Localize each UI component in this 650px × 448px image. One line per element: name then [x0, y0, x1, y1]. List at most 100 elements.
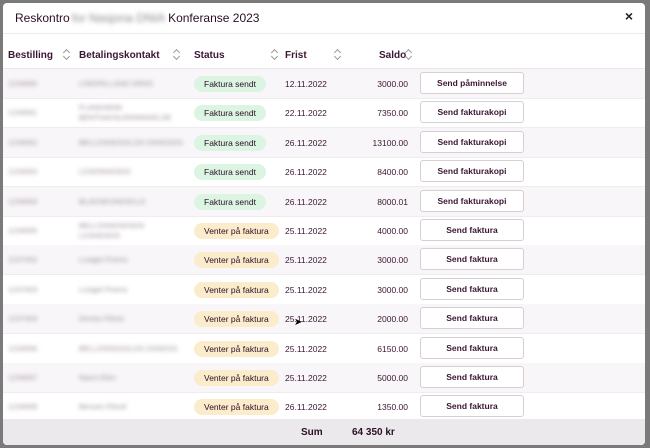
balance: 8000.01 [377, 196, 408, 207]
row-action-button[interactable]: Send faktura [420, 336, 524, 359]
payment-contact: BELLDSNDGSLDS DSNDSS [79, 344, 177, 353]
title-suffix: Konferanse 2023 [168, 11, 260, 25]
payment-contact: BELLDSNDSDSDS LDSNDSDS [79, 221, 144, 241]
order-number[interactable]: 1234565 [8, 226, 37, 235]
payment-contact: Lusiget Fivens [79, 255, 127, 264]
payment-contact: BELLDSNDGSLDS DSNDSDS [79, 138, 183, 147]
order-number[interactable]: 1234562 [8, 138, 37, 147]
balance: 3000.00 [377, 79, 408, 89]
due-date: 25.11.2022 [285, 284, 327, 295]
balance: 13100.00 [372, 137, 408, 148]
dialog-title: Reskontro for Nasjona DNIA Konferanse 2023 [15, 11, 259, 25]
payment-contact-line: LDSNDSDS [79, 231, 120, 240]
balance: 6150.00 [377, 343, 408, 354]
order-number[interactable]: 1237403 [8, 285, 37, 294]
row-action-button[interactable]: Send påminnelse [420, 72, 524, 94]
balance: 7350.00 [377, 108, 408, 119]
payment-contact-line: BENTHAVSLERINNGELSE [79, 113, 172, 123]
row-action-button[interactable]: Send faktura [420, 366, 524, 388]
column-header-kontakt[interactable]: Betalingskontakt [79, 50, 160, 61]
status-badge: Venter på faktura [194, 252, 279, 269]
balance: 3000.00 [377, 284, 408, 295]
sort-icon[interactable] [271, 48, 279, 60]
sort-icon[interactable] [334, 48, 342, 60]
table-row: 1237403 Lusiget Fivens Venter på faktura 25… [3, 275, 645, 305]
order-number[interactable]: 1234564 [8, 197, 37, 206]
sort-icon[interactable] [173, 48, 181, 60]
balance: 3000.00 [377, 255, 408, 266]
sum-label: Sum [301, 427, 323, 438]
table-row: 1234561 FLANDAEMI BENTHAVSLERINNGELSE Faktu… [3, 98, 645, 129]
sort-icon[interactable] [405, 48, 413, 60]
order-number[interactable]: 1234566 [8, 344, 37, 353]
payment-contact: Lusiget Fivens [79, 285, 127, 294]
due-date: 26.11.2022 [285, 167, 327, 178]
status-badge: Faktura sendt [194, 134, 266, 151]
payment-contact-line: Nasrs Elen [79, 373, 116, 382]
order-number[interactable]: 1234568 [8, 402, 37, 411]
payment-contact-line: BELLDSNDGSLDS DSNDSDS [79, 137, 183, 147]
table-row: 1237404 Deniss Filsne Venter på faktura 25.… [3, 304, 645, 335]
order-number[interactable]: 1234560 [8, 79, 37, 88]
payment-contact-line: Deniss Filsne [79, 314, 125, 324]
status-badge: Faktura sendt [194, 164, 266, 181]
payment-contact: Nasrs Elen [79, 373, 116, 382]
table-footer: Sum 64 350 kr [3, 419, 645, 445]
payment-contact-line: Benses Filsnd [79, 402, 127, 412]
row-action-button[interactable]: Send fakturakopi [420, 160, 524, 183]
order-number[interactable]: 1234561 [8, 108, 37, 117]
order-number[interactable]: 1237402 [8, 255, 37, 264]
column-header-status[interactable]: Status [194, 50, 225, 61]
row-action-button[interactable]: Send fakturakopi [420, 101, 524, 124]
table-row: 1234565 BELLDSNDSDSDS LDSNDSDS Venter på fa… [3, 216, 645, 246]
payment-contact-line: BELLDSNDSDSDS [79, 221, 145, 230]
order-number[interactable]: 1234563 [8, 167, 37, 176]
row-action-button[interactable]: Send faktura [420, 248, 524, 271]
row-action-button[interactable]: Send faktura [420, 277, 524, 300]
status-badge: Venter på faktura [194, 399, 279, 416]
status-badge: Venter på faktura [194, 223, 279, 239]
table-row: 1234562 BELLDSNDGSLDS DSNDSDS Faktura send… [3, 127, 645, 158]
due-date: 22.11.2022 [285, 108, 327, 119]
row-action-button[interactable]: Send faktura [420, 219, 524, 241]
payment-contact: BLADSEIJNDSCLD [79, 197, 145, 206]
payment-contact-line: FLANDAEMI [79, 103, 122, 113]
payment-contact-line: Lusiget Fivens [79, 255, 128, 265]
row-action-button[interactable]: Send faktura [420, 395, 524, 418]
payment-contact-line: Lusiget Fivens [79, 284, 128, 294]
column-header-frist[interactable]: Frist [285, 50, 307, 61]
due-date: 26.11.2022 [285, 402, 327, 413]
payment-contact-line: LINDPALLAND DRNS [79, 79, 154, 88]
order-number[interactable]: 1237404 [8, 314, 37, 323]
table-row: 1234564 BLADSEIJNDSCLD Faktura sendt 26.11.… [3, 186, 645, 217]
balance: 1350.00 [377, 402, 408, 413]
due-date: 25.11.2022 [285, 373, 327, 383]
payment-contact: LDSDNNDSDS [79, 167, 131, 176]
payment-contact: LINDPALLAND DRNS [79, 79, 153, 88]
balance: 5000.00 [377, 373, 408, 383]
close-icon[interactable]: × [625, 8, 633, 24]
column-header-bestilling[interactable]: Bestilling [8, 50, 53, 61]
row-action-button[interactable]: Send faktura [420, 307, 524, 330]
title-redacted: for Nasjona DNIA [71, 11, 166, 25]
due-date: 25.11.2022 [285, 314, 327, 325]
table-row: 1234568 Benses Filsnd Venter på faktura 26.… [3, 392, 645, 423]
reskontro-dialog: Reskontro for Nasjona DNIA Konferanse 2023… [3, 3, 645, 445]
row-action-button[interactable]: Send fakturakopi [420, 130, 524, 153]
column-header-saldo[interactable]: Saldo [379, 50, 406, 61]
status-badge: Faktura sendt [194, 105, 266, 122]
payment-contact: Deniss Filsne [79, 314, 124, 323]
balance: 4000.00 [377, 226, 408, 236]
mouse-cursor-icon: ➤ [294, 317, 303, 328]
row-action-button[interactable]: Send fakturakopi [420, 189, 524, 212]
status-badge: Faktura sendt [194, 193, 266, 210]
due-date: 25.11.2022 [285, 255, 327, 266]
balance: 2000.00 [377, 314, 408, 325]
dialog-header: Reskontro for Nasjona DNIA Konferanse 2023… [3, 3, 645, 34]
order-number[interactable]: 1234567 [8, 373, 37, 382]
payment-contact: FLANDAEMI BENTHAVSLERINNGELSE [79, 103, 171, 123]
table-row: 1234567 Nasrs Elen Venter på faktura 25.11.… [3, 363, 645, 393]
sort-icon[interactable] [63, 48, 71, 60]
payment-contact: Benses Filsnd [79, 402, 126, 411]
table-row: 1234560 LINDPALLAND DRNS Faktura sendt 12.1… [3, 69, 645, 99]
